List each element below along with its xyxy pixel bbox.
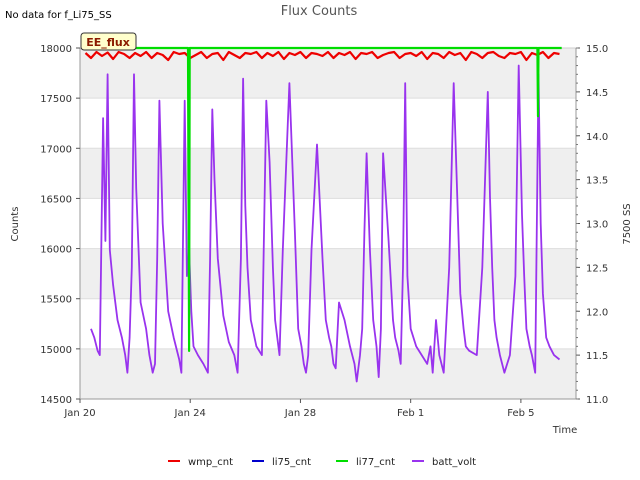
no-data-note: No data for f_Li75_SS <box>5 10 112 21</box>
legend-label-batt-volt: batt_volt <box>432 457 476 468</box>
series-line-batt-volt <box>90 64 561 383</box>
x-tick-label: Jan 24 <box>174 408 206 419</box>
left-tick-label: 15000 <box>40 345 72 356</box>
right-axis: 11.0 11.5 12.0 12.5 13.0 13.5 14.0 14.5 15.0 <box>575 44 608 406</box>
legend-label-li77-cnt: li77_cnt <box>356 457 395 468</box>
x-tick-label: Feb 5 <box>507 408 534 419</box>
y2-axis-label: 7500 SS <box>622 203 633 244</box>
right-tick-label: 14.0 <box>586 132 608 143</box>
flux-counts-chart: 14500 15000 15500 16000 16500 17000 17500 18000… <box>0 0 640 480</box>
left-axis: 14500 15000 15500 16000 16500 17000 17500 18000 <box>40 44 81 406</box>
left-tick-label: 17000 <box>40 144 72 155</box>
right-tick-label: 12.5 <box>586 263 608 274</box>
x-axis: Jan 20 Jan 24 Jan 28 Feb 1 Feb 5 <box>63 398 576 419</box>
left-tick-label: 18000 <box>40 44 72 55</box>
x-tick-label: Jan 28 <box>284 408 316 419</box>
legend: wmp_cnt li75_cnt li77_cnt batt_volt <box>168 457 476 468</box>
background-band <box>80 148 576 199</box>
left-tick-label: 17500 <box>40 94 72 105</box>
x-tick-label: Jan 20 <box>63 408 95 419</box>
left-tick-label: 14500 <box>40 395 72 406</box>
right-tick-label: 13.0 <box>586 220 608 231</box>
x-tick-label: Feb 1 <box>397 408 424 419</box>
x-axis-label: Time <box>552 425 577 436</box>
plot-area-frame <box>79 47 577 400</box>
chart-title: Flux Counts <box>281 4 358 19</box>
grid-lines <box>80 47 576 400</box>
right-tick-label: 12.0 <box>586 307 608 318</box>
legend-label-li75-cnt: li75_cnt <box>272 457 311 468</box>
legend-label-wmp-cnt: wmp_cnt <box>188 457 233 468</box>
right-tick-label: 11.5 <box>586 351 608 362</box>
right-tick-label: 15.0 <box>586 44 608 55</box>
background-bands <box>80 48 576 399</box>
chart-canvas: 14500 15000 15500 16000 16500 17000 17500 18000… <box>5 4 633 468</box>
ee-flux-badge: EE_flux <box>80 32 137 51</box>
right-tick-label: 11.0 <box>586 395 608 406</box>
right-tick-label: 13.5 <box>586 176 608 187</box>
y-axis-label: Counts <box>10 207 21 242</box>
left-tick-label: 15500 <box>40 295 72 306</box>
left-tick-label: 16000 <box>40 245 72 256</box>
badge-label: EE_flux <box>86 36 130 49</box>
left-tick-label: 16500 <box>40 194 72 205</box>
background-band <box>80 248 576 299</box>
right-tick-label: 14.5 <box>586 88 608 99</box>
